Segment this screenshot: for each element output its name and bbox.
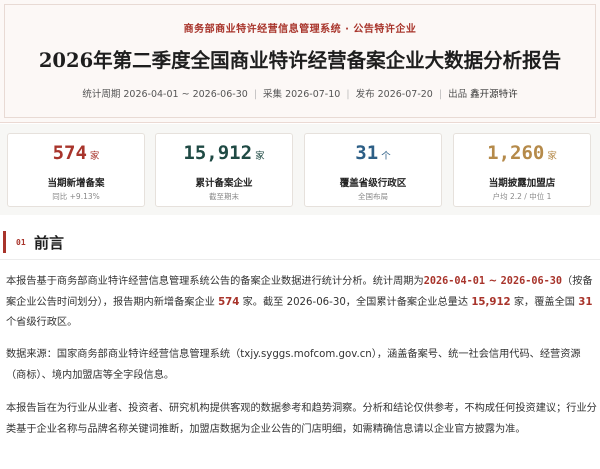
report-meta: 统计周期 2026-04-01 ~ 2026-06-30 | 采集 2026-0… xyxy=(0,86,600,100)
meta-separator: | xyxy=(346,89,350,100)
stat-card-provinces: 31 个 覆盖省级行政区 全国布局 xyxy=(304,133,442,207)
intro-paragraph-1: 本报告基于商务部商业特许经营信息管理系统公告的备案企业数据进行统计分析。统计周期… xyxy=(6,276,593,328)
publish-label: 发布 xyxy=(355,89,375,100)
stat-label: 当期披露加盟店 xyxy=(488,178,556,189)
meta-separator: | xyxy=(438,89,443,100)
period-label: 统计周期 xyxy=(82,89,121,100)
section-title: 前言 xyxy=(34,234,65,252)
stat-sub: 同比 +9.13% xyxy=(52,192,100,201)
stats-strip: 574 家 当期新增备案 同比 +9.13% 15,912 家 累计备案企业 截至期… xyxy=(0,124,600,215)
source-label: 出品 xyxy=(448,89,468,100)
section-number: 01 xyxy=(16,238,26,247)
source-value: 鑫开源特许 xyxy=(470,89,518,100)
section-heading: 01 前言 xyxy=(0,229,600,255)
publish-value: 2026-07-20 xyxy=(377,89,433,100)
period-value: 2026-04-01 ~ 2026-06-30 xyxy=(123,89,248,100)
stat-value: 1,260 家 xyxy=(487,142,557,164)
system-tag: 商务部商业特许经营信息管理系统 · 公告特许企业 xyxy=(183,24,417,35)
stat-card-total: 15,912 家 累计备案企业 截至期末 xyxy=(155,133,293,207)
stat-card-stores: 1,260 家 当期披露加盟店 户均 2.2 / 中位 1 xyxy=(453,133,591,207)
report-header: 商务部商业特许经营信息管理系统 · 公告特许企业 2026年第二季度全国商业特许… xyxy=(0,0,600,123)
section-divider xyxy=(0,259,600,260)
meta-separator: | xyxy=(253,89,258,100)
stat-sub: 全国布局 xyxy=(358,192,388,201)
stat-label: 当期新增备案 xyxy=(47,178,105,189)
stat-card-new: 574 家 当期新增备案 同比 +9.13% xyxy=(7,133,145,207)
section-accent-bar xyxy=(3,231,6,253)
collect-value: 2026-07-10 xyxy=(285,89,341,100)
stat-label: 覆盖省级行政区 xyxy=(339,178,407,189)
stat-label: 累计备案企业 xyxy=(195,178,253,189)
stat-sub: 户均 2.2 / 中位 1 xyxy=(492,192,552,201)
intro-paragraph-2: 数据来源：国家商务部商业特许经营信息管理系统（txjy.syggs.mofcom… xyxy=(6,349,581,381)
collect-label: 采集 xyxy=(263,89,283,100)
stat-sub: 截至期末 xyxy=(209,192,239,201)
stat-value: 574 家 xyxy=(52,142,100,164)
intro-paragraph-3: 本报告旨在为行业从业者、投资者、研究机构提供客观的数据参考和趋势洞察。分析和结论… xyxy=(6,403,597,435)
stat-value: 15,912 家 xyxy=(183,142,265,164)
report-title: 2026年第二季度全国商业特许经营备案企业大数据分析报告 xyxy=(38,49,562,72)
stat-value: 31 个 xyxy=(355,142,391,164)
